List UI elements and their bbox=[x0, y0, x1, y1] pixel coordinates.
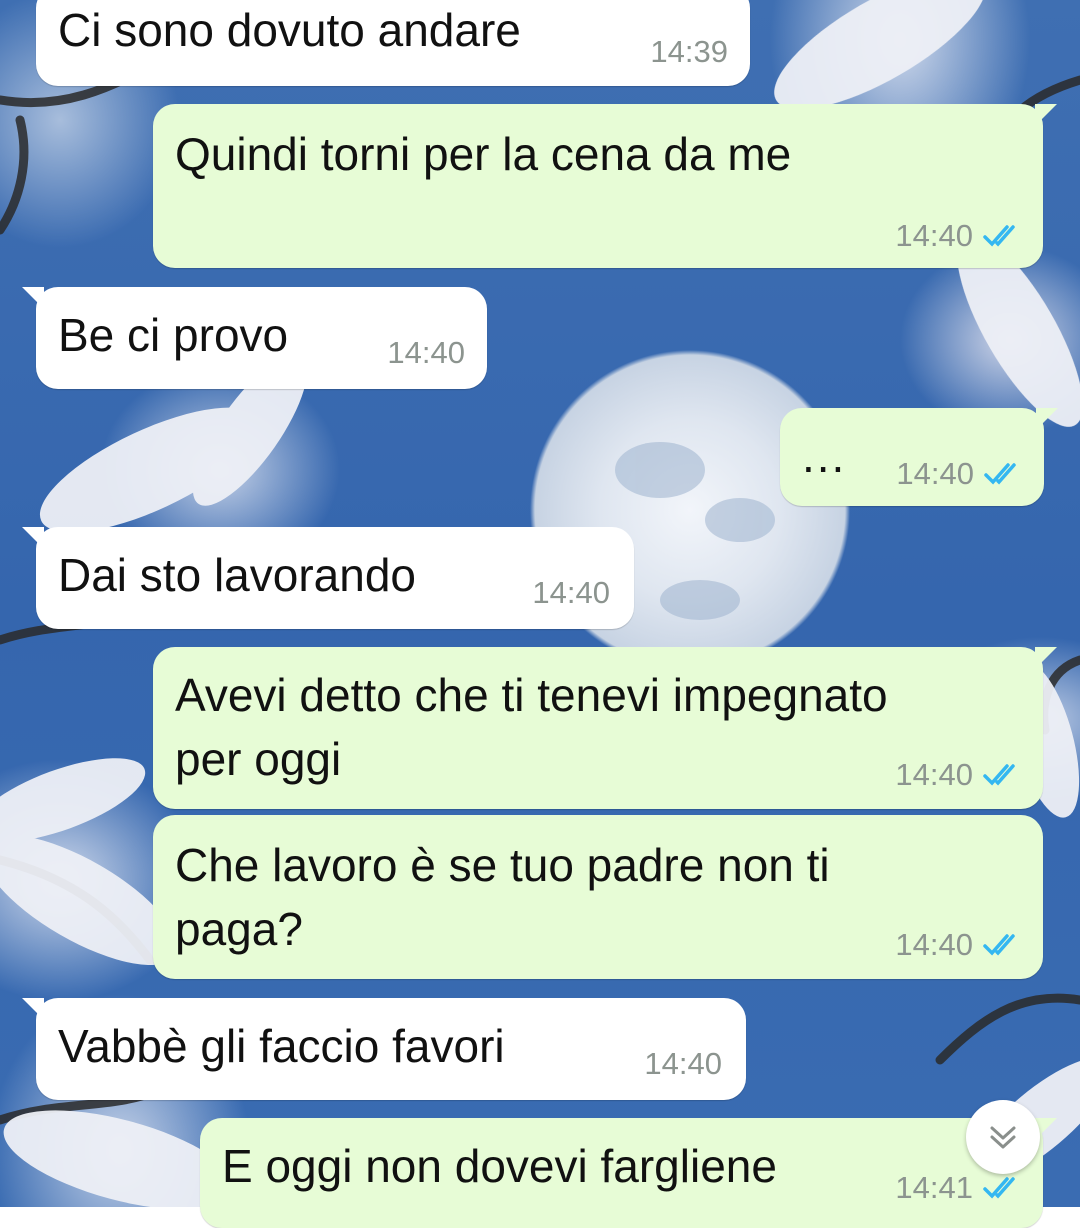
message-bubble-outgoing[interactable]: Quindi torni per la cena da me 14:40 bbox=[153, 104, 1057, 268]
message-text: Dai sto lavorando bbox=[58, 549, 416, 601]
message-timestamp: 14:40 bbox=[895, 927, 1023, 963]
double-check-icon bbox=[983, 764, 1015, 786]
bubble-tail bbox=[22, 998, 44, 1020]
message-text: E oggi non dovevi fargliene bbox=[222, 1140, 777, 1192]
message-bubble-incoming[interactable]: Ci sono dovuto andare 14:39 bbox=[36, 0, 750, 86]
double-check-icon bbox=[984, 463, 1016, 485]
scroll-to-bottom-button[interactable] bbox=[966, 1100, 1040, 1174]
message-text: Be ci provo bbox=[58, 309, 289, 361]
message-timestamp: 14:40 bbox=[387, 335, 465, 370]
double-check-icon bbox=[983, 225, 1015, 247]
message-text: Quindi torni per la cena da me bbox=[175, 128, 792, 180]
message-timestamp: 14:40 bbox=[896, 456, 1024, 492]
bubble-tail bbox=[22, 527, 44, 549]
message-text: Ci sono dovuto andare bbox=[58, 4, 521, 56]
message-bubble-outgoing[interactable]: ... 14:40 bbox=[780, 408, 1058, 506]
message-timestamp: 14:39 bbox=[650, 34, 728, 69]
bubble-tail bbox=[1035, 647, 1057, 669]
message-timestamp: 14:40 bbox=[532, 575, 610, 610]
message-text: Avevi detto che ti tenevi impegnato per … bbox=[175, 669, 888, 785]
message-bubble-outgoing[interactable]: Che lavoro è se tuo padre non ti paga? 1… bbox=[153, 815, 1043, 979]
message-timestamp: 14:40 bbox=[895, 218, 1023, 254]
message-bubble-incoming[interactable]: Dai sto lavorando 14:40 bbox=[22, 527, 634, 629]
message-text: Che lavoro è se tuo padre non ti paga? bbox=[175, 839, 830, 955]
bubble-tail bbox=[1036, 408, 1058, 430]
message-timestamp: 14:40 bbox=[895, 757, 1023, 793]
bubble-tail bbox=[22, 287, 44, 309]
message-bubble-outgoing[interactable]: E oggi non dovevi fargliene 14:41 bbox=[200, 1118, 1057, 1228]
bubble-tail bbox=[1035, 104, 1057, 126]
message-bubble-outgoing[interactable]: Avevi detto che ti tenevi impegnato per … bbox=[153, 647, 1057, 809]
double-check-icon bbox=[983, 1177, 1015, 1199]
chevron-double-down-icon bbox=[990, 1126, 1016, 1149]
message-timestamp: 14:40 bbox=[644, 1046, 722, 1081]
message-bubble-incoming[interactable]: Vabbè gli faccio favori 14:40 bbox=[22, 998, 746, 1100]
message-text: Vabbè gli faccio favori bbox=[58, 1020, 505, 1072]
double-check-icon bbox=[983, 934, 1015, 956]
message-bubble-incoming[interactable]: Be ci provo 14:40 bbox=[22, 287, 487, 389]
message-timestamp: 14:41 bbox=[895, 1170, 1023, 1206]
message-text: ... bbox=[802, 430, 847, 482]
